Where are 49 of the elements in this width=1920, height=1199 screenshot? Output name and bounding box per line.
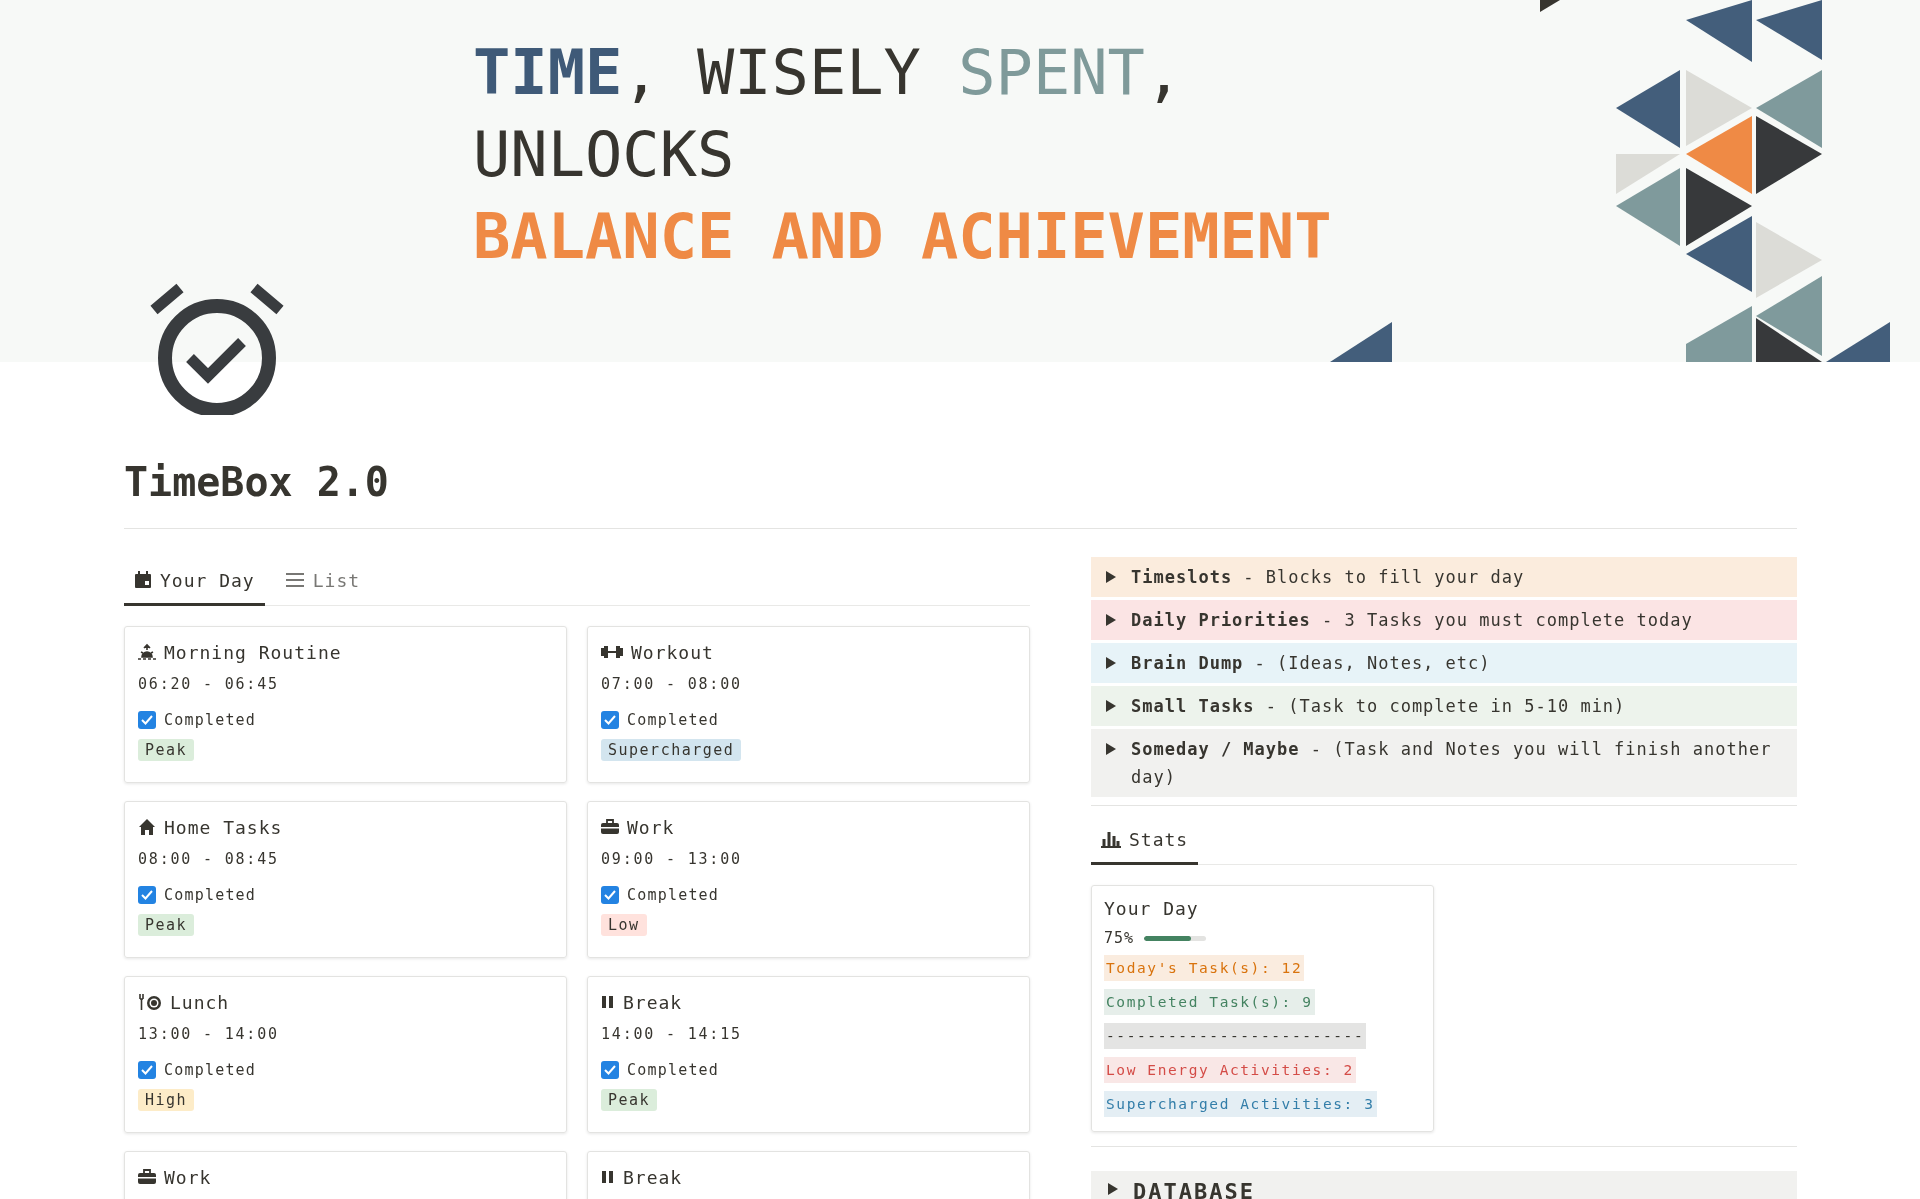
checkbox-label: Completed bbox=[627, 886, 720, 904]
toggle-text: Small Tasks - (Task to complete in 5-10 min) bbox=[1131, 695, 1626, 718]
card-title: Morning Routine bbox=[164, 641, 342, 663]
energy-tag: Peak bbox=[138, 739, 195, 761]
toggle-text: Daily Priorities - 3 Tasks you must complete today bbox=[1131, 609, 1693, 632]
checkbox-label: Completed bbox=[164, 886, 257, 904]
timeslot-card[interactable]: Home Tasks 08:00 - 08:45 Completed Peak bbox=[124, 801, 567, 958]
banner-heading-line: BALANCE AND ACHIEVEMENT bbox=[473, 202, 1332, 272]
banner-heading-line: TIME, WISELY SPENT, bbox=[473, 38, 1184, 108]
energy-tag: Peak bbox=[138, 914, 195, 936]
card-title: Home Tasks bbox=[164, 816, 283, 838]
database-title: DATABASE bbox=[1133, 1178, 1255, 1199]
timeslot-card[interactable]: Work 09:00 - 13:00 Completed Low bbox=[587, 801, 1030, 958]
view-tab[interactable]: Your Day bbox=[124, 557, 265, 606]
time-range: 08:00 - 08:45 bbox=[138, 850, 279, 870]
energy-tag: Peak bbox=[601, 1089, 658, 1111]
card-title: Work bbox=[627, 816, 675, 838]
toggle-text: Brain Dump - (Ideas, Notes, etc) bbox=[1131, 652, 1491, 675]
timeslot-card[interactable]: Workout 07:00 - 08:00 Completed Supercharged bbox=[587, 626, 1030, 783]
energy-tag: High bbox=[138, 1089, 195, 1111]
progress-percent: 75% bbox=[1104, 929, 1135, 947]
checkbox-label: Completed bbox=[627, 1061, 720, 1079]
time-range: 14:00 - 14:15 bbox=[601, 1025, 742, 1045]
timeslot-card[interactable]: Work bbox=[124, 1151, 567, 1199]
checkbox-label: Completed bbox=[164, 711, 257, 729]
card-title: Your Day bbox=[1104, 898, 1199, 919]
timeslot-card[interactable]: Lunch 13:00 - 14:00 Completed High bbox=[124, 976, 567, 1133]
view-tab[interactable]: Stats bbox=[1091, 816, 1199, 865]
timeslot-card[interactable]: Break 14:00 - 14:15 Completed Peak bbox=[587, 976, 1030, 1133]
energy-tag: Supercharged bbox=[601, 739, 742, 761]
timeslot-card[interactable]: Break bbox=[587, 1151, 1030, 1199]
view-tab[interactable]: List bbox=[274, 557, 371, 606]
time-range: 13:00 - 14:00 bbox=[138, 1025, 279, 1045]
card-title: Workout bbox=[631, 641, 714, 663]
page-title: TimeBox 2.0 bbox=[124, 458, 389, 506]
card-title: Lunch bbox=[170, 991, 230, 1013]
card-title: Work bbox=[164, 1166, 212, 1188]
card-title: Break bbox=[623, 1166, 683, 1188]
toggle-text: Timeslots - Blocks to fill your day bbox=[1131, 566, 1525, 589]
card-title: Break bbox=[623, 991, 683, 1013]
timeslot-card[interactable]: Morning Routine 06:20 - 06:45 Completed Peak bbox=[124, 626, 567, 783]
time-range: 06:20 - 06:45 bbox=[138, 675, 279, 695]
banner-heading-line: UNLOCKS bbox=[473, 120, 736, 190]
checkbox-label: Completed bbox=[164, 1061, 257, 1079]
time-range: 07:00 - 08:00 bbox=[601, 675, 742, 695]
energy-tag: Low bbox=[601, 914, 647, 936]
time-range: 09:00 - 13:00 bbox=[601, 850, 742, 870]
toggle-text: Someday / Maybe - (Task and Notes you will finish another day) bbox=[1131, 738, 1773, 789]
checkbox-label: Completed bbox=[627, 711, 720, 729]
